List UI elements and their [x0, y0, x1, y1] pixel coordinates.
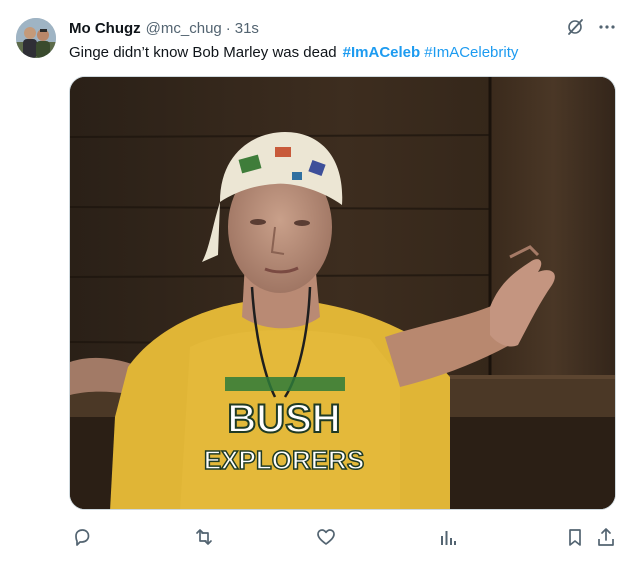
top-actions [566, 18, 616, 36]
tweet-text: Ginge didn’t know Bob Marley was dead #Im… [69, 43, 518, 63]
reply-icon [72, 527, 92, 547]
views-icon [438, 527, 458, 547]
reply-button[interactable] [72, 524, 92, 550]
shirt-text-line1: BUSH [227, 397, 340, 441]
grok-icon[interactable] [566, 18, 584, 36]
hashtag-link[interactable]: #ImACelebrity [424, 44, 518, 61]
tweet-body: Ginge didn’t know Bob Marley was dead [69, 44, 337, 61]
retweet-button[interactable] [194, 524, 214, 550]
bookmark-button[interactable] [565, 524, 585, 550]
like-icon [316, 527, 336, 547]
author-name[interactable]: Mo Chugz [69, 20, 141, 37]
shirt-text-line2: EXPLORERS [204, 445, 364, 475]
tweet-header: Mo Chugz @mc_chug · 31s [69, 20, 259, 40]
share-button[interactable] [596, 524, 616, 550]
retweet-icon [194, 527, 214, 547]
hashtag-link[interactable]: #ImACeleb [343, 44, 421, 61]
action-bar [69, 524, 616, 550]
author-handle[interactable]: @mc_chug [146, 20, 222, 37]
like-button[interactable] [316, 524, 336, 550]
media-image[interactable]: BUSH EXPLORERS [69, 76, 616, 510]
timestamp[interactable]: 31s [235, 20, 259, 37]
views-button[interactable] [438, 524, 458, 550]
separator-dot: · [225, 20, 231, 37]
avatar[interactable] [16, 18, 56, 58]
more-icon[interactable] [598, 18, 616, 36]
share-icon [596, 527, 616, 547]
tweet[interactable]: Mo Chugz @mc_chug · 31s Ginge didn’t kno… [0, 0, 634, 561]
bookmark-icon [565, 527, 585, 547]
